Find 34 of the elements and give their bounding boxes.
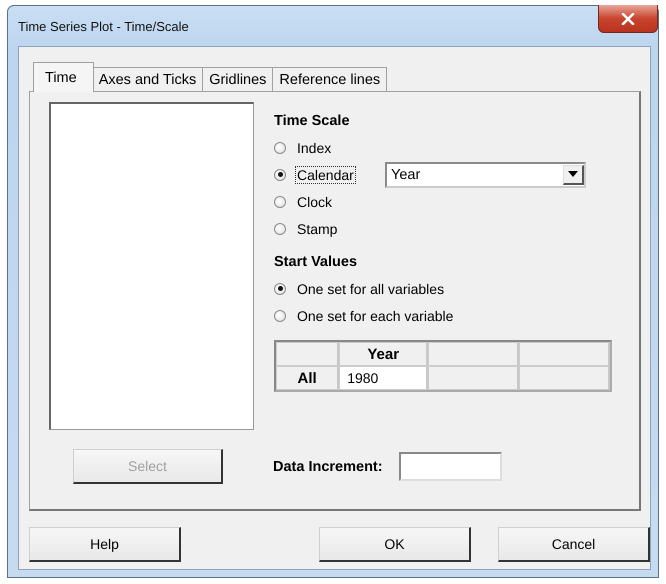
caret-icon <box>568 171 578 177</box>
radio-indicator[interactable] <box>274 168 286 180</box>
radio-button[interactable]: One set for all variables <box>274 278 446 300</box>
radio-button[interactable]: Stamp <box>274 218 340 240</box>
cancel-button[interactable]: Cancel <box>498 527 650 562</box>
table-cell[interactable]: 1980 <box>339 366 428 390</box>
section-heading: Start Values <box>274 254 358 270</box>
table-cell[interactable] <box>428 366 520 390</box>
section-heading: Time Scale <box>274 112 350 128</box>
tab[interactable]: Time <box>33 62 94 92</box>
radio-indicator[interactable] <box>274 310 286 322</box>
radio-indicator[interactable] <box>274 142 286 154</box>
radio-button[interactable]: Clock <box>274 190 334 212</box>
column-header: Year <box>339 342 428 366</box>
tab[interactable]: Reference lines <box>273 67 388 92</box>
variable-list[interactable] <box>49 102 254 430</box>
field-label: Data Increment: <box>273 458 383 474</box>
dropdown[interactable]: Year <box>385 162 586 188</box>
ok-button[interactable]: OK <box>319 527 471 562</box>
radio-indicator[interactable] <box>274 282 286 294</box>
close-icon <box>621 12 635 24</box>
row-header: All <box>276 366 340 390</box>
radio-indicator[interactable] <box>274 222 286 234</box>
radio-indicator[interactable] <box>274 196 286 208</box>
radio-button[interactable]: Index <box>274 136 334 158</box>
radio-button[interactable]: One set for each variable <box>274 304 456 326</box>
window-title: Time Series Plot - Time/Scale <box>18 18 189 34</box>
help-button[interactable]: Help <box>29 527 181 562</box>
header-cell <box>276 342 340 366</box>
tab[interactable]: Gridlines <box>203 67 274 92</box>
input-field[interactable] <box>398 452 502 481</box>
close-button[interactable] <box>598 5 658 33</box>
tab[interactable]: Axes and Ticks <box>92 67 204 92</box>
table-cell[interactable] <box>519 366 610 390</box>
